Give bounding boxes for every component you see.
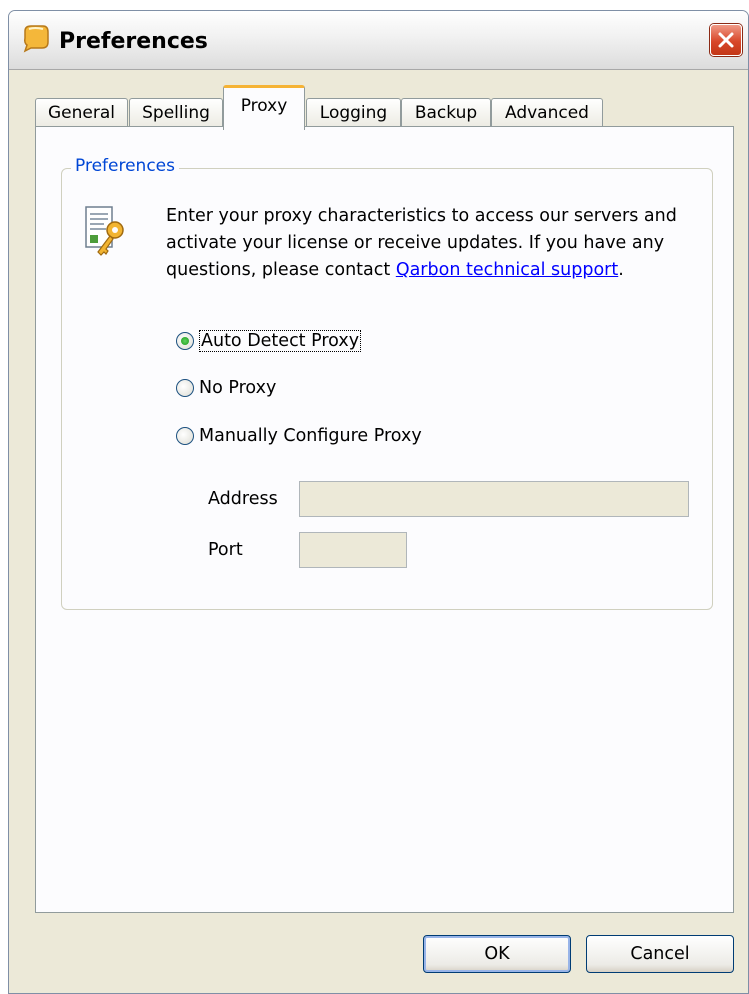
radio-label-manual-proxy: Manually Configure Proxy xyxy=(199,426,422,446)
tab-spelling[interactable]: Spelling xyxy=(129,98,223,127)
document-key-icon xyxy=(85,206,124,256)
tab-advanced[interactable]: Advanced xyxy=(491,98,603,127)
tab-backup[interactable]: Backup xyxy=(401,98,491,127)
technical-support-link[interactable]: Qarbon technical support xyxy=(396,260,618,280)
port-label: Port xyxy=(208,540,243,560)
radio-label-auto-detect: Auto Detect Proxy xyxy=(199,330,362,352)
radio-button-checked[interactable] xyxy=(176,332,194,350)
tab-strip: General Spelling Proxy Logging Backup Ad… xyxy=(35,85,735,130)
ok-button[interactable]: OK xyxy=(423,935,571,973)
description-end: . xyxy=(618,260,624,280)
close-icon xyxy=(718,32,734,48)
close-button[interactable] xyxy=(710,24,742,56)
preferences-groupbox: Preferences Enter your proxy characteris… xyxy=(61,156,713,610)
address-label: Address xyxy=(208,489,278,509)
cancel-button[interactable]: Cancel xyxy=(586,935,734,973)
radio-button[interactable] xyxy=(176,427,194,445)
tab-general[interactable]: General xyxy=(35,98,128,127)
radio-no-proxy[interactable]: No Proxy xyxy=(176,373,276,403)
address-field[interactable] xyxy=(299,481,689,517)
radio-label-no-proxy: No Proxy xyxy=(199,378,277,398)
radio-button[interactable] xyxy=(176,379,194,397)
title-bar[interactable]: Preferences xyxy=(9,11,748,70)
tab-logging[interactable]: Logging xyxy=(306,98,401,127)
proxy-tab-panel: Preferences Enter your proxy characteris… xyxy=(35,126,734,913)
port-field[interactable] xyxy=(299,532,407,568)
notes-app-icon xyxy=(23,25,49,53)
window-title: Preferences xyxy=(59,29,208,54)
groupbox-legend: Preferences xyxy=(71,156,179,176)
proxy-description: Enter your proxy characteristics to acce… xyxy=(166,203,706,284)
radio-manual-proxy[interactable]: Manually Configure Proxy xyxy=(176,421,422,451)
tab-proxy[interactable]: Proxy xyxy=(223,85,305,130)
radio-auto-detect-proxy[interactable]: Auto Detect Proxy xyxy=(176,326,362,356)
preferences-window: Preferences General Spelling Proxy Loggi… xyxy=(8,10,749,994)
